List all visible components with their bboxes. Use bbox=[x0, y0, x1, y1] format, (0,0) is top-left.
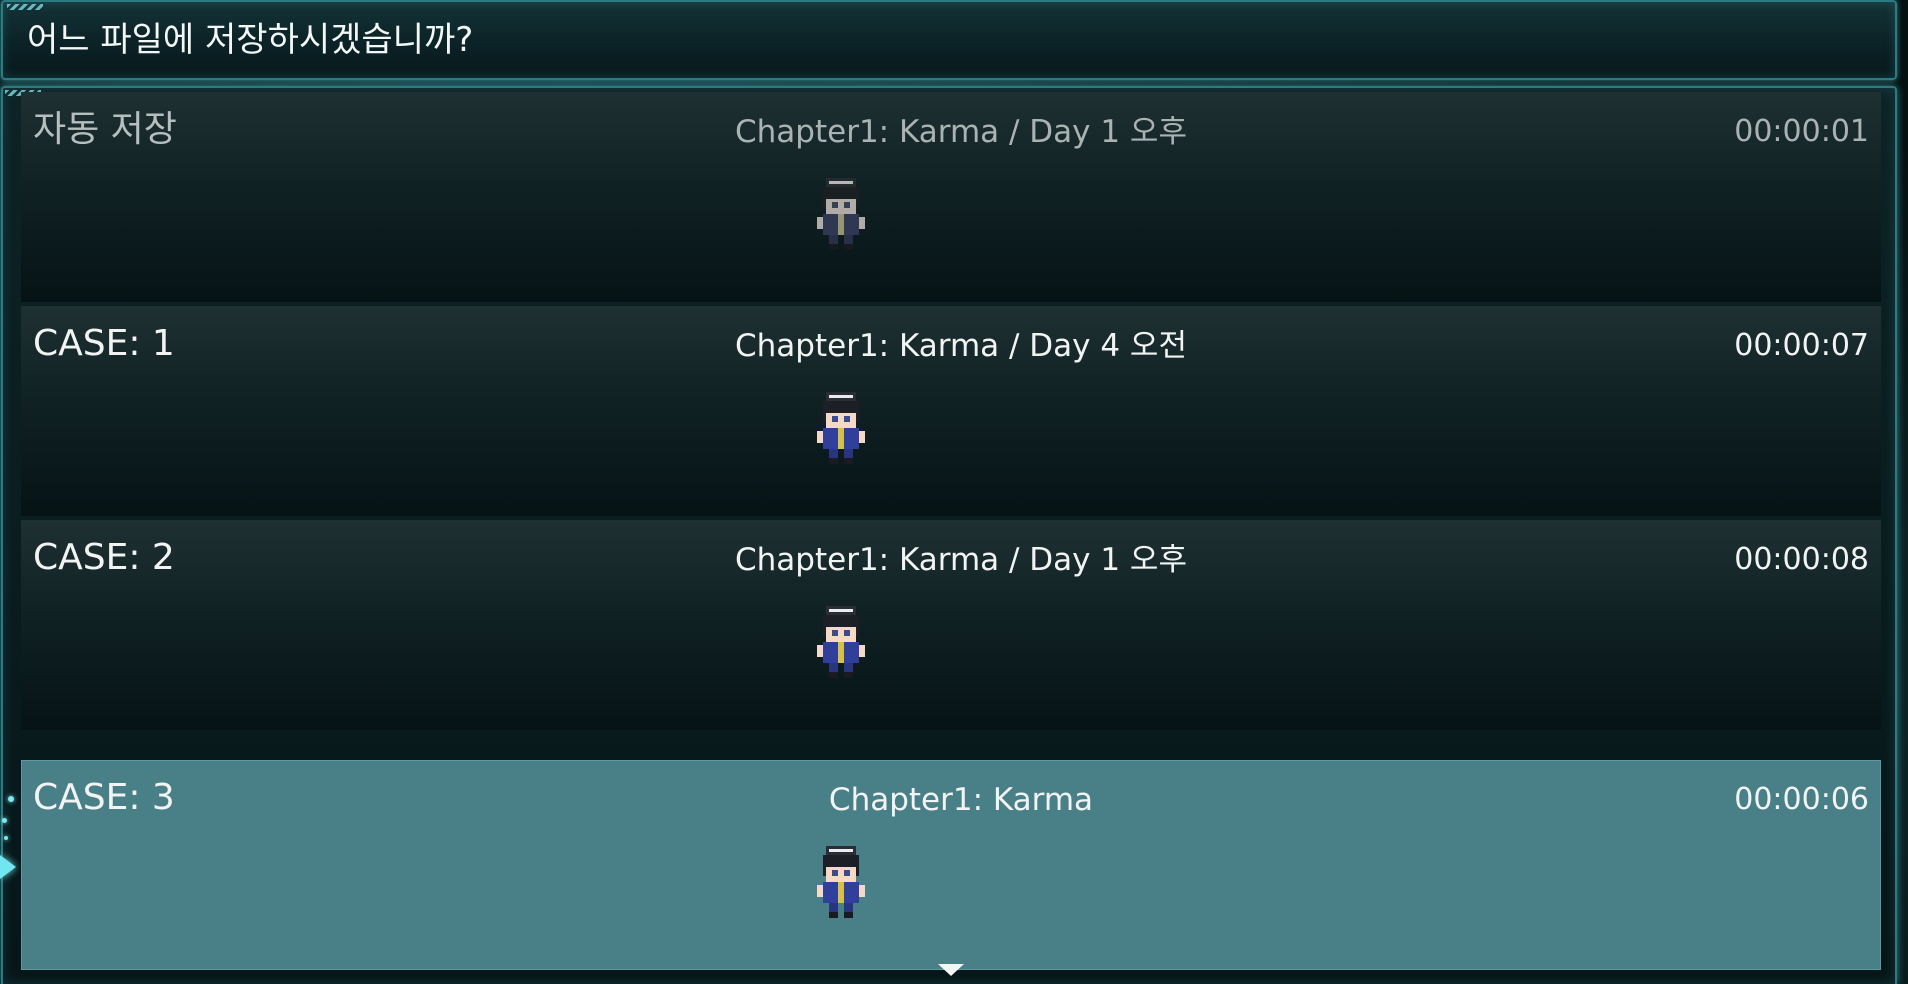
save-slot-2[interactable]: CASE: 2 Chapter1: Karma / Day 1 오후 00:00… bbox=[21, 520, 1881, 730]
slot-playtime: 00:00:01 bbox=[1734, 114, 1869, 149]
slot-title: CASE: 2 bbox=[33, 537, 175, 578]
slot-chapter: Chapter1: Karma / Day 1 오후 bbox=[735, 542, 1187, 578]
slot-playtime: 00:00:06 bbox=[1734, 782, 1869, 817]
character-sprite-icon bbox=[817, 606, 865, 678]
save-slot-3[interactable]: CASE: 3 Chapter1: Karma 00:00:06 bbox=[21, 760, 1881, 970]
save-file-list: 자동 저장 Chapter1: Karma / Day 1 오후 00:00:0… bbox=[1, 86, 1897, 984]
character-sprite-icon bbox=[817, 392, 865, 464]
save-screen: 어느 파일에 저장하시겠습니까? 자동 저장 Chapter1: Karma /… bbox=[0, 0, 1908, 984]
save-slot-1[interactable]: CASE: 1 Chapter1: Karma / Day 4 오전 00:00… bbox=[21, 306, 1881, 516]
character-sprite-icon bbox=[817, 846, 865, 918]
slot-title: 자동 저장 bbox=[33, 109, 177, 150]
save-slot-autosave[interactable]: 자동 저장 Chapter1: Karma / Day 1 오후 00:00:0… bbox=[21, 92, 1881, 302]
cursor-arrow-icon bbox=[0, 855, 16, 879]
sparkle-particle bbox=[4, 836, 8, 840]
frame-corner-decoration bbox=[7, 4, 43, 10]
slot-chapter: Chapter1: Karma / Day 4 오전 bbox=[735, 328, 1187, 364]
prompt-window: 어느 파일에 저장하시겠습니까? bbox=[1, 0, 1897, 80]
slot-playtime: 00:00:08 bbox=[1734, 542, 1869, 577]
slot-title: CASE: 3 bbox=[33, 777, 175, 818]
slot-title: CASE: 1 bbox=[33, 323, 175, 364]
sparkle-particle bbox=[2, 818, 7, 823]
character-sprite-icon bbox=[817, 178, 865, 250]
chevron-down-icon[interactable] bbox=[938, 964, 964, 976]
slot-playtime: 00:00:07 bbox=[1734, 328, 1869, 363]
sparkle-particle bbox=[8, 796, 14, 802]
slot-chapter: Chapter1: Karma bbox=[828, 782, 1094, 818]
prompt-text: 어느 파일에 저장하시겠습니까? bbox=[27, 20, 474, 60]
slot-chapter: Chapter1: Karma / Day 1 오후 bbox=[735, 114, 1187, 150]
